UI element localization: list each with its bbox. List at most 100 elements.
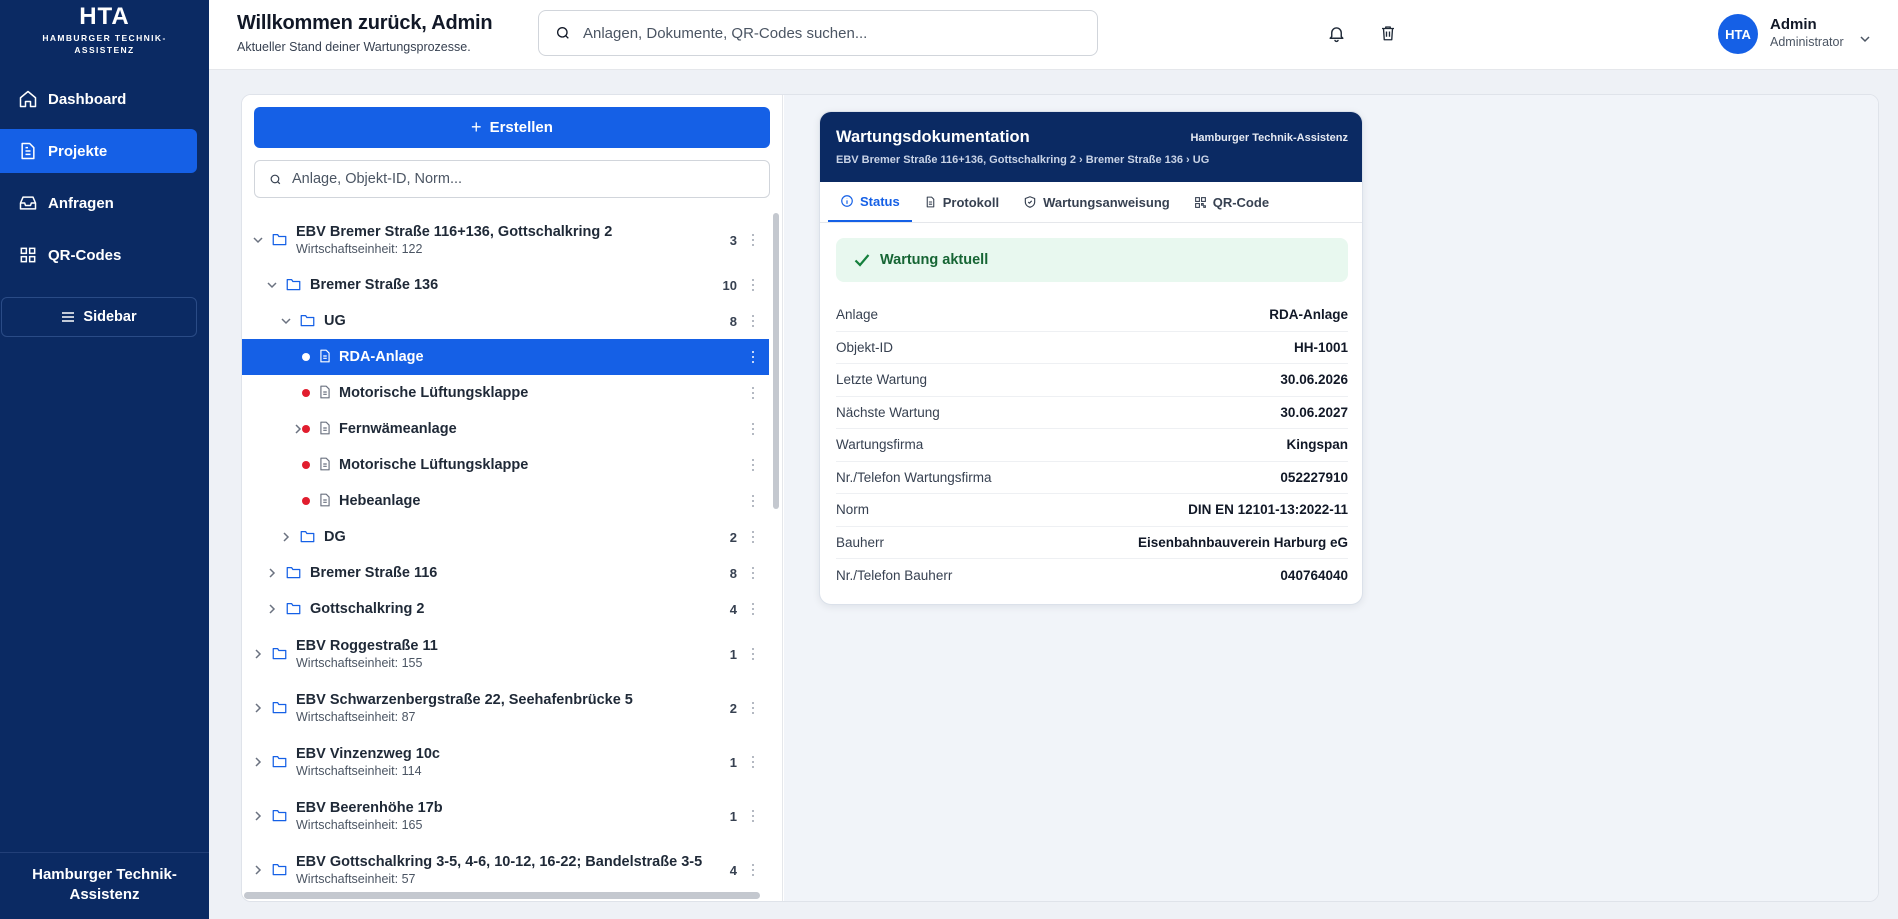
more-vertical-icon[interactable]: [750, 808, 756, 824]
status-dot: [302, 353, 310, 361]
tab-status[interactable]: Status: [828, 182, 912, 222]
chevron-right-icon[interactable]: [280, 531, 292, 543]
chevron-right-icon[interactable]: [266, 603, 278, 615]
shield-check-icon: [1023, 195, 1037, 209]
tree-item-folder[interactable]: UG 8: [242, 303, 769, 339]
tree-item-folder[interactable]: EBV Gottschalkring 3-5, 4-6, 10-12, 16-2…: [242, 843, 769, 890]
tree-item-folder[interactable]: Bremer Straße 136 10: [242, 267, 769, 303]
main-nav: Dashboard Projekte Anfragen QR-Codes: [0, 77, 209, 285]
chevron-right-icon[interactable]: [252, 756, 264, 768]
more-vertical-icon[interactable]: [750, 646, 756, 662]
tree-item-folder[interactable]: Bremer Straße 116 8: [242, 555, 769, 591]
welcome-block: Willkommen zurück, Admin Aktueller Stand…: [237, 12, 493, 54]
more-vertical-icon[interactable]: [750, 421, 756, 437]
chevron-down-icon[interactable]: [1860, 30, 1870, 48]
tree-item-folder[interactable]: EBV Schwarzenbergstraße 22, Seehafenbrüc…: [242, 681, 769, 735]
tree-item-sublabel: Wirtschaftseinheit: 122: [296, 242, 423, 256]
tab-label: Status: [860, 193, 900, 209]
field-label: Nächste Wartung: [836, 404, 940, 420]
more-vertical-icon[interactable]: [750, 529, 756, 545]
folder-icon: [286, 601, 302, 617]
field-value: 052227910: [1280, 469, 1348, 485]
tree-item-anlage[interactable]: Fernwämeanlage: [242, 411, 769, 447]
tree-item-anlage[interactable]: Motorische Lüftungsklappe: [242, 375, 769, 411]
field-label: Bauherr: [836, 534, 885, 550]
user-name: Admin: [1770, 16, 1817, 33]
brand-subtitle-line1: HAMBURGER TECHNIK-: [42, 33, 167, 43]
more-vertical-icon[interactable]: [750, 349, 756, 365]
sidebar-toggle-label: Sidebar: [83, 309, 137, 325]
tab-label: QR-Code: [1212, 194, 1270, 210]
tab-qr-code[interactable]: QR-Code: [1182, 182, 1281, 222]
tree-item-anlage[interactable]: Hebeanlage: [242, 483, 769, 519]
tree-item-folder[interactable]: EBV Roggestraße 11 Wirtschaftseinheit: 15…: [242, 627, 769, 681]
tree-item-label: RDA-Anlage: [339, 349, 424, 365]
more-vertical-icon[interactable]: [750, 700, 756, 716]
more-vertical-icon[interactable]: [750, 601, 756, 617]
field-value: 30.06.2026: [1280, 372, 1348, 388]
chevron-right-icon[interactable]: [252, 810, 264, 822]
field-label: Letzte Wartung: [836, 372, 928, 388]
global-search[interactable]: [538, 10, 1098, 56]
global-search-input[interactable]: [583, 24, 1063, 42]
nav-item-label: Dashboard: [48, 90, 127, 108]
breadcrumb: EBV Bremer Straße 116+136, Gottschalkrin…: [836, 154, 1210, 166]
more-vertical-icon[interactable]: [750, 565, 756, 581]
chevron-down-icon[interactable]: [280, 315, 292, 327]
tree-search[interactable]: [254, 160, 770, 198]
brand[interactable]: HTA HAMBURGER TECHNIK- ASSISTENZ: [0, 0, 209, 56]
field-value: HH-1001: [1293, 339, 1348, 355]
more-vertical-icon[interactable]: [750, 232, 756, 248]
tree-item-anlage[interactable]: RDA-Anlage: [242, 339, 769, 375]
sidebar-toggle-button[interactable]: Sidebar: [1, 297, 197, 337]
nav-item-anfragen[interactable]: Anfragen: [0, 181, 197, 225]
nav-item-qr-codes[interactable]: QR-Codes: [0, 233, 197, 277]
nav-item-projekte[interactable]: Projekte: [0, 129, 197, 173]
menu-icon: [61, 311, 75, 323]
tree-vertical-scrollbar[interactable]: [771, 213, 781, 893]
chevron-down-icon[interactable]: [266, 279, 278, 291]
create-button[interactable]: + Erstellen: [254, 107, 770, 148]
item-count: 3: [729, 232, 737, 248]
tree-item-folder[interactable]: Gottschalkring 2 4: [242, 591, 769, 627]
more-vertical-icon[interactable]: [750, 862, 756, 878]
sidebar: HTA HAMBURGER TECHNIK- ASSISTENZ Dashboa…: [0, 0, 209, 919]
item-count: 1: [729, 808, 737, 824]
page-subtitle: Aktueller Stand deiner Wartungsprozesse.: [237, 40, 471, 54]
notifications-button[interactable]: [1325, 22, 1347, 44]
more-vertical-icon[interactable]: [750, 277, 756, 293]
tab-wartungsanweisung[interactable]: Wartungsanweisung: [1011, 182, 1182, 222]
nav-item-label: Projekte: [48, 142, 108, 160]
tree-item-folder[interactable]: EBV Bremer Straße 116+136, Gottschalkrin…: [242, 213, 769, 267]
more-vertical-icon[interactable]: [750, 754, 756, 770]
tab-protokoll[interactable]: Protokoll: [912, 182, 1011, 222]
more-vertical-icon[interactable]: [750, 457, 756, 473]
tree-item-anlage[interactable]: Motorische Lüftungsklappe: [242, 447, 769, 483]
tree-item-folder[interactable]: EBV Beerenhöhe 17b Wirtschaftseinheit: 16…: [242, 789, 769, 843]
tree-search-input[interactable]: [292, 171, 752, 187]
chevron-right-icon[interactable]: [266, 567, 278, 579]
chevron-down-icon[interactable]: [252, 234, 264, 246]
more-vertical-icon[interactable]: [750, 313, 756, 329]
chevron-right-icon[interactable]: [252, 702, 264, 714]
tree-item-folder[interactable]: EBV Vinzenzweg 10c Wirtschaftseinheit: 11…: [242, 735, 769, 789]
status-dot: [302, 389, 310, 397]
chevron-right-icon[interactable]: [252, 648, 264, 660]
tree-item-label: EBV Vinzenzweg 10c: [296, 746, 440, 762]
more-vertical-icon[interactable]: [750, 493, 756, 509]
doc-tabs: Status Protokoll Wartungsanweisung QR-Co…: [828, 182, 1281, 222]
user-info[interactable]: Admin Administrator: [1770, 16, 1844, 49]
avatar[interactable]: HTA: [1718, 14, 1758, 54]
tree-item-folder[interactable]: DG 2: [242, 519, 769, 555]
tree-horizontal-scrollbar[interactable]: [242, 890, 769, 900]
scrollbar-thumb[interactable]: [244, 892, 760, 899]
folder-icon: [286, 277, 302, 293]
nav-item-label: Anfragen: [48, 194, 114, 212]
chevron-right-icon[interactable]: [252, 864, 264, 876]
trash-button[interactable]: [1377, 22, 1399, 44]
scrollbar-thumb[interactable]: [773, 213, 779, 509]
grid-icon: [18, 245, 38, 265]
more-vertical-icon[interactable]: [750, 385, 756, 401]
field-value: DIN EN 12101-13:2022-11: [1188, 502, 1348, 518]
nav-item-dashboard[interactable]: Dashboard: [0, 77, 197, 121]
